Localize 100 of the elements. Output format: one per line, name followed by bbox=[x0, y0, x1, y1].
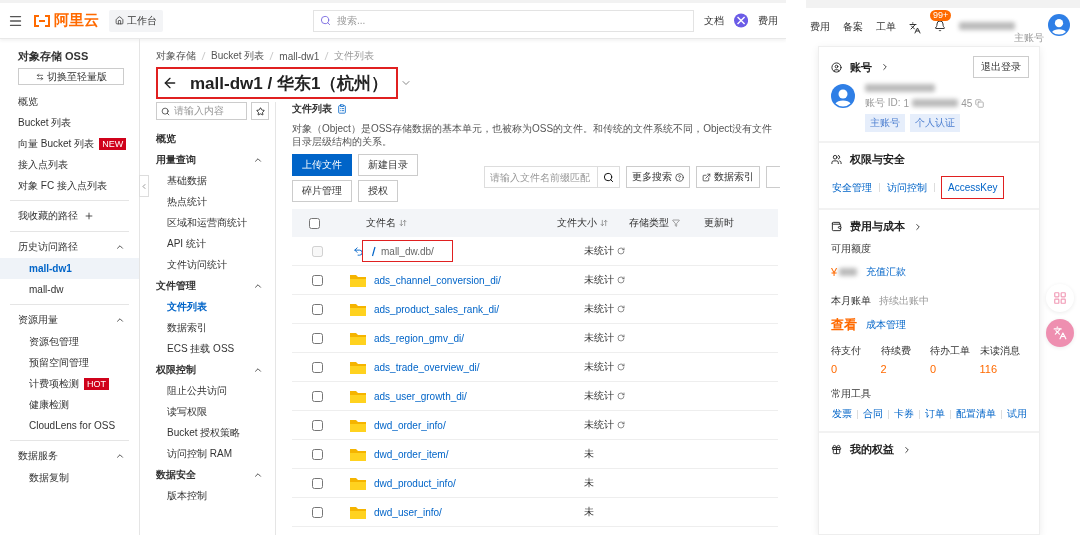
tool-link[interactable]: 合同 bbox=[862, 406, 884, 422]
breadcrumb-item[interactable]: mall-dw1 bbox=[279, 50, 320, 62]
row-checkbox[interactable] bbox=[311, 419, 323, 431]
sidebar-item[interactable]: CloudLens for OSS bbox=[0, 415, 139, 436]
column-header[interactable]: 更新时 bbox=[703, 216, 734, 230]
sidebar-item[interactable]: 健康检测 bbox=[0, 394, 139, 415]
refresh-icon[interactable] bbox=[617, 247, 625, 255]
tool-button[interactable]: 更多搜索 bbox=[626, 166, 690, 188]
chevron-right-icon[interactable] bbox=[913, 221, 923, 232]
folder-link[interactable]: ads_user_growth_di/ bbox=[374, 390, 467, 402]
row-checkbox[interactable] bbox=[311, 303, 323, 315]
cost-link[interactable]: 成本管理 bbox=[865, 317, 907, 333]
nav-link[interactable]: 工单 bbox=[876, 20, 896, 34]
sidebar-item[interactable]: 对象 FC 接入点列表 bbox=[0, 175, 139, 196]
chevron-right-icon[interactable] bbox=[902, 444, 912, 455]
nav-item[interactable]: 基础数据 bbox=[156, 170, 269, 191]
nav-item[interactable]: 文件访问统计 bbox=[156, 254, 269, 275]
security-link[interactable]: AccessKey bbox=[941, 176, 1005, 199]
column-header[interactable]: 文件大小 bbox=[556, 216, 597, 230]
filter-icon[interactable] bbox=[672, 219, 681, 227]
clipboard-icon[interactable] bbox=[337, 104, 347, 114]
collapse-handle[interactable] bbox=[139, 175, 149, 197]
nav-link[interactable]: 费用 bbox=[810, 20, 830, 34]
nav-link[interactable]: 备案 bbox=[843, 20, 863, 34]
action-button[interactable]: 授权 bbox=[358, 180, 398, 202]
nav-item[interactable]: 读写权限 bbox=[156, 401, 269, 422]
folder-link[interactable]: ads_product_sales_rank_di/ bbox=[374, 303, 500, 315]
language-icon[interactable] bbox=[909, 22, 921, 34]
action-button[interactable]: 新建目录 bbox=[358, 154, 418, 176]
row-checkbox[interactable] bbox=[311, 477, 323, 489]
row-checkbox[interactable] bbox=[311, 332, 323, 344]
app-icon[interactable] bbox=[733, 13, 748, 28]
breadcrumb-item[interactable]: Bucket 列表 bbox=[211, 49, 265, 63]
folder-link[interactable]: ads_region_gmv_di/ bbox=[374, 332, 465, 344]
nav-item[interactable]: 区域和运营商统计 bbox=[156, 212, 269, 233]
sidebar-item[interactable]: 预留空间管理 bbox=[0, 352, 139, 373]
row-checkbox[interactable] bbox=[311, 448, 323, 460]
tool-link[interactable]: 配置清单 bbox=[955, 406, 997, 422]
sidebar-item[interactable]: 资源包管理 bbox=[0, 331, 139, 352]
sidebar-item[interactable]: 概览 bbox=[0, 91, 139, 112]
refresh-icon[interactable] bbox=[617, 305, 625, 313]
refresh-icon[interactable] bbox=[617, 334, 625, 342]
star-button[interactable] bbox=[251, 102, 269, 120]
chevron-up-icon[interactable] bbox=[115, 242, 125, 252]
sidebar-item[interactable]: 数据复制 bbox=[0, 467, 139, 488]
back-icon[interactable] bbox=[162, 75, 178, 91]
security-link[interactable]: 访问控制 bbox=[886, 179, 928, 196]
bell-icon[interactable] bbox=[934, 20, 946, 32]
nav-link[interactable]: 费用 bbox=[758, 13, 778, 28]
sidebar-item[interactable]: mall-dw bbox=[0, 279, 139, 300]
row-checkbox[interactable] bbox=[311, 390, 323, 402]
refresh-icon[interactable] bbox=[617, 421, 625, 429]
action-button[interactable]: 碎片管理 bbox=[292, 180, 352, 202]
section-heading[interactable]: 账号 bbox=[850, 59, 872, 75]
search-button[interactable] bbox=[598, 166, 620, 188]
nav-item[interactable]: 阻止公共访问 bbox=[156, 380, 269, 401]
column-header[interactable]: 文件名 bbox=[366, 216, 397, 230]
nav-item[interactable]: 文件列表 bbox=[156, 296, 269, 317]
row-checkbox[interactable] bbox=[311, 361, 323, 373]
security-link[interactable]: 安全管理 bbox=[831, 179, 873, 196]
folder-link[interactable]: dwd_product_info/ bbox=[374, 477, 456, 489]
action-button[interactable]: 上传文件 bbox=[292, 154, 352, 176]
breadcrumb-item[interactable]: 对象存储 bbox=[156, 49, 196, 63]
tool-button[interactable]: 数据索引 bbox=[696, 166, 760, 188]
recharge-link[interactable]: 充值汇款 bbox=[865, 264, 908, 280]
workbench-button[interactable]: 工作台 bbox=[109, 9, 164, 32]
search-field[interactable]: 请输入文件名前缀匹配 bbox=[484, 166, 598, 188]
folder-link[interactable]: ads_channel_conversion_di/ bbox=[374, 274, 501, 286]
folder-link[interactable]: dwd_order_item/ bbox=[374, 448, 449, 460]
refresh-icon[interactable] bbox=[617, 392, 625, 400]
nav-item[interactable]: 热点统计 bbox=[156, 191, 269, 212]
add-icon[interactable] bbox=[84, 211, 94, 221]
switch-button[interactable]: 切换至轻量版 bbox=[18, 68, 124, 85]
refresh-icon[interactable] bbox=[617, 363, 625, 371]
chevron-up-icon[interactable] bbox=[115, 315, 125, 325]
tool-link[interactable]: 试用 bbox=[1006, 406, 1028, 422]
section-heading[interactable]: 文件管理 bbox=[156, 278, 196, 293]
row-checkbox[interactable] bbox=[311, 274, 323, 286]
folder-link[interactable]: ads_trade_overview_di/ bbox=[374, 361, 480, 373]
select-all-checkbox[interactable] bbox=[309, 217, 321, 229]
refresh-icon[interactable] bbox=[617, 276, 625, 284]
tool-link[interactable]: 订单 bbox=[924, 406, 946, 422]
sidebar-item[interactable]: mall-dw1 bbox=[0, 258, 139, 279]
section-heading[interactable]: 数据安全 bbox=[156, 467, 196, 482]
nav-item[interactable]: ECS 挂载 OSS bbox=[156, 338, 269, 359]
sidebar-item[interactable]: 接入点列表 bbox=[0, 154, 139, 175]
sidebar-item[interactable]: Bucket 列表 bbox=[0, 112, 139, 133]
nav-item[interactable]: Bucket 授权策略 bbox=[156, 422, 269, 443]
chevron-right-icon[interactable] bbox=[880, 62, 890, 72]
nav-item[interactable]: 数据索引 bbox=[156, 317, 269, 338]
nav-item[interactable]: 访问控制 RAM bbox=[156, 443, 269, 464]
section-heading[interactable]: 用量查询 bbox=[156, 152, 196, 167]
sidebar-item[interactable]: 向量 Bucket 列表 NEW bbox=[0, 133, 139, 154]
folder-link[interactable]: dwd_order_info/ bbox=[374, 419, 446, 431]
folder-link[interactable]: dwd_user_info/ bbox=[374, 506, 442, 518]
section-heading[interactable]: 费用与成本 bbox=[850, 219, 905, 234]
nav-item[interactable]: API 统计 bbox=[156, 233, 269, 254]
logout-button[interactable]: 退出登录 bbox=[973, 56, 1029, 78]
row-checkbox[interactable] bbox=[311, 506, 323, 518]
sort-icon[interactable] bbox=[599, 219, 608, 227]
